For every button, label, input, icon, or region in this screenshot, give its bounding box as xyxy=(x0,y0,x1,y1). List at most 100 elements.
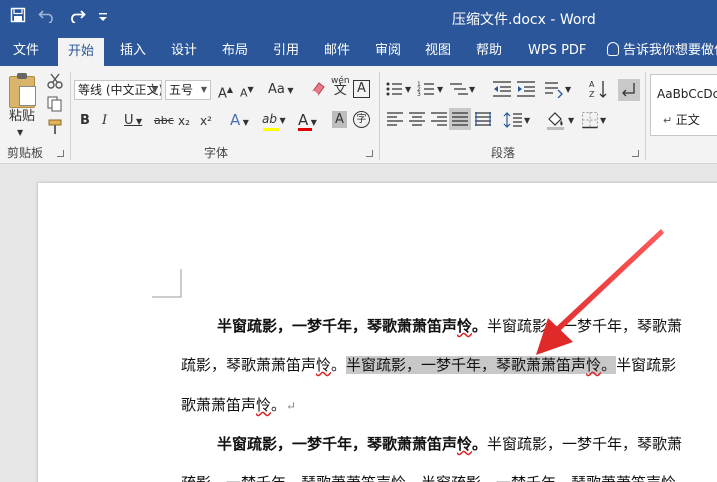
chevron-down-icon[interactable]: ▼ xyxy=(568,112,574,130)
squiggle-word: 怜 xyxy=(457,435,473,453)
text-run: 歌萧萧笛声 xyxy=(181,396,257,414)
paragraph-line-1: 半窗疏影，一梦千年，琴歌萧萧笛声怜。半窗疏影，一梦千年，琴歌萧 xyxy=(217,316,682,336)
clipboard-launcher-icon[interactable] xyxy=(57,150,64,157)
tab-review[interactable]: 审阅 xyxy=(375,36,401,66)
quick-access-toolbar xyxy=(10,7,108,28)
text-effects-button[interactable]: A ▼ xyxy=(230,111,249,132)
borders-icon[interactable] xyxy=(580,111,600,131)
italic-button[interactable]: I xyxy=(102,112,107,130)
tab-home[interactable]: 开始 xyxy=(58,38,105,66)
change-case-icon: Aa xyxy=(268,82,285,97)
customize-qat-icon[interactable] xyxy=(98,8,108,28)
tab-file[interactable]: 文件 xyxy=(13,36,39,66)
squiggle-word: 怜 xyxy=(586,356,602,374)
character-border-icon: A xyxy=(357,81,366,96)
document-canvas: 半窗疏影，一梦千年，琴歌萧萧笛声怜。半窗疏影，一梦千年，琴歌萧 疏影，琴歌萧萧笛… xyxy=(0,164,717,482)
undo-icon[interactable] xyxy=(38,7,56,28)
text-run: 疏影，琴歌萧萧笛声 xyxy=(181,356,317,374)
character-shading-button[interactable]: A xyxy=(332,111,347,128)
paragraph-line-3: 歌萧萧笛声怜。↵ xyxy=(181,395,296,416)
show-paragraph-marks-icon[interactable] xyxy=(618,79,640,101)
paragraph-mark-icon: ↵ xyxy=(286,399,297,413)
shrink-font-icon: A xyxy=(240,86,248,100)
align-right-icon[interactable] xyxy=(429,111,449,131)
text-run: 半窗疏影，一梦千年，琴歌萧 xyxy=(487,435,683,453)
strikethrough-button[interactable]: abc xyxy=(154,112,174,130)
font-launcher-icon[interactable] xyxy=(366,150,373,157)
tab-layout[interactable]: 布局 xyxy=(222,36,248,66)
font-size-combo[interactable]: 五号 ▼ xyxy=(165,80,211,100)
chevron-down-icon[interactable]: ▼ xyxy=(469,81,475,99)
tab-insert[interactable]: 插入 xyxy=(120,36,146,66)
tab-wps-pdf[interactable]: WPS PDF xyxy=(528,36,586,66)
tab-design[interactable]: 设计 xyxy=(171,36,197,66)
document-page[interactable]: 半窗疏影，一梦千年，琴歌萧萧笛声怜。半窗疏影，一梦千年，琴歌萧 疏影，琴歌萧萧笛… xyxy=(38,183,717,482)
group-divider xyxy=(70,72,71,160)
align-center-icon[interactable] xyxy=(407,111,427,131)
paragraph-mark-icon: ↵ xyxy=(663,114,676,127)
chevron-down-icon[interactable]: ▼ xyxy=(405,81,411,99)
align-left-icon[interactable] xyxy=(385,111,405,131)
decrease-indent-icon[interactable] xyxy=(492,80,512,100)
chevron-down-icon[interactable]: ▼ xyxy=(437,81,443,99)
text-effects-icon: A xyxy=(230,111,241,129)
character-border-button[interactable]: A xyxy=(353,80,370,98)
group-divider xyxy=(379,72,380,160)
increase-indent-icon[interactable] xyxy=(516,80,536,100)
subscript-button[interactable]: x₂ xyxy=(178,112,190,130)
window-title: 压缩文件.docx - Word xyxy=(452,12,596,28)
text-run: 。 xyxy=(331,356,347,374)
format-painter-icon[interactable] xyxy=(45,118,65,138)
chinese-layout-icon[interactable] xyxy=(543,80,563,100)
clear-format-icon[interactable] xyxy=(308,80,328,100)
chevron-down-icon[interactable]: ▼ xyxy=(565,81,571,99)
phonetic-guide-button[interactable]: wén 文 xyxy=(331,76,350,97)
sort-icon[interactable]: AZ xyxy=(589,79,609,99)
highlight-button[interactable]: ab ▼ xyxy=(262,110,286,130)
redo-icon[interactable] xyxy=(68,7,86,28)
superscript-button[interactable]: x² xyxy=(200,112,212,130)
bold-text: 半窗疏影，一梦千年，琴歌萧萧笛声 xyxy=(217,435,458,453)
styles-gallery[interactable]: AaBbCcDc ↵ 正文 xyxy=(650,74,717,136)
paste-page-icon xyxy=(19,86,36,106)
multilevel-list-icon[interactable] xyxy=(449,80,469,100)
ribbon-tabs: 文件 开始 插入 设计 布局 引用 邮件 审阅 视图 帮助 WPS PDF 告诉… xyxy=(0,36,717,66)
chevron-down-icon: ▼ xyxy=(200,85,207,94)
bold-text: 半窗疏影，一梦千年，琴歌萧萧笛声 xyxy=(217,317,458,335)
grow-font-icon: A xyxy=(218,86,227,102)
selected-text[interactable]: 半窗疏影，一梦千年，琴歌萧萧笛声怜。 xyxy=(346,356,617,374)
numbering-icon[interactable]: 123 xyxy=(417,80,437,100)
chevron-down-icon[interactable]: ▼ xyxy=(600,112,606,130)
font-group-label: 字体 xyxy=(204,146,229,160)
underline-button[interactable]: U ▼ xyxy=(124,112,142,131)
tell-me-text: 告诉我你想要做什么 xyxy=(623,43,717,58)
tab-mailings[interactable]: 邮件 xyxy=(324,36,350,66)
tell-me-box[interactable]: 告诉我你想要做什么 xyxy=(607,36,717,66)
font-name-combo[interactable]: 等线 (中文正文) ▼ xyxy=(74,80,162,100)
distributed-icon[interactable] xyxy=(473,111,493,131)
paragraph-launcher-icon[interactable] xyxy=(632,150,639,157)
paragraph-group-label: 段落 xyxy=(491,146,516,160)
copy-icon[interactable] xyxy=(45,95,65,115)
font-color-icon: A xyxy=(298,111,309,129)
group-divider xyxy=(645,72,646,160)
justify-icon[interactable] xyxy=(449,108,471,130)
bold-button[interactable]: B xyxy=(80,112,90,130)
paragraph-line-2: 疏影，琴歌萧萧笛声怜。半窗疏影，一梦千年，琴歌萧萧笛声怜。半窗疏影 xyxy=(181,355,676,375)
grow-font-button[interactable]: A▲ xyxy=(218,81,233,103)
style-name-text: 正文 xyxy=(675,113,700,127)
chevron-down-icon[interactable]: ▼ xyxy=(524,112,530,130)
font-name-value: 等线 (中文正文) xyxy=(78,83,162,97)
tab-view[interactable]: 视图 xyxy=(425,36,451,66)
cut-icon[interactable] xyxy=(45,72,65,92)
shading-icon[interactable] xyxy=(546,110,566,130)
bullets-icon[interactable] xyxy=(385,80,405,100)
change-case-button[interactable]: Aa ▼ xyxy=(268,81,294,100)
line-spacing-icon[interactable] xyxy=(503,111,523,131)
tab-references[interactable]: 引用 xyxy=(273,36,299,66)
save-icon[interactable] xyxy=(10,7,26,28)
enclose-characters-button[interactable]: 字 xyxy=(353,111,370,128)
tab-help[interactable]: 帮助 xyxy=(476,36,502,66)
crop-mark xyxy=(152,269,182,298)
shrink-font-button[interactable]: A▼ xyxy=(240,81,254,103)
